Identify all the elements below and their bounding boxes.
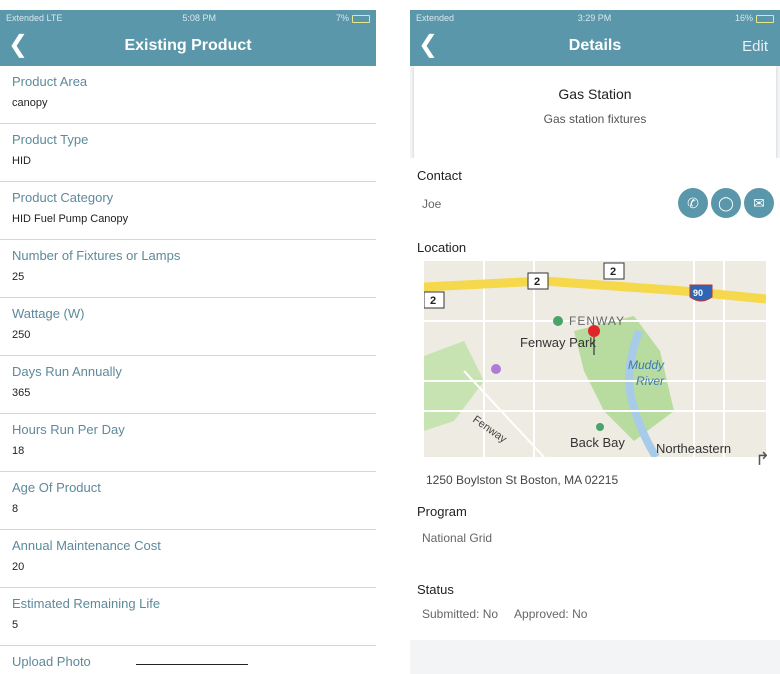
share-arrow-icon[interactable]: ↱ (755, 449, 770, 470)
field-value: 250 (12, 329, 31, 341)
status-bar: Extended 3:29 PM 16% (410, 10, 780, 26)
field-value: HID (12, 155, 31, 167)
field-value: 20 (12, 561, 25, 573)
existing-product-screen: Extended LTE 5:08 PM 7% ❮ Existing Produ… (0, 10, 376, 674)
battery-icon (755, 14, 774, 23)
map-label-river: River (636, 374, 665, 388)
map-label-back-bay: Back Bay (570, 435, 625, 450)
field-label: Hours Run Per Day (12, 422, 125, 437)
edit-button[interactable]: Edit (742, 38, 768, 55)
field-label: Number of Fixtures or Lamps (12, 248, 181, 263)
network: LTE (46, 13, 63, 23)
place-description: Gas station fixtures (543, 112, 647, 126)
field-label: Age Of Product (12, 480, 101, 495)
field-label: Wattage (W) (12, 306, 85, 321)
program-title: Program (417, 504, 467, 519)
page-title: Details (568, 37, 622, 54)
field-label: Estimated Remaining Life (12, 596, 161, 611)
field-value: 5 (12, 619, 19, 631)
chevron-left-icon[interactable]: ❮ (418, 32, 438, 58)
field-value: 18 (12, 445, 25, 457)
program-section: Program National Grid (410, 504, 780, 570)
chat-icon[interactable]: ◯ (711, 188, 741, 218)
contact-section: Contact Joe ✆ ◯ ✉ (410, 158, 780, 232)
nav-bar: ❮ Existing Product (0, 26, 376, 66)
page-title: Existing Product (124, 37, 252, 54)
field-row[interactable]: Wattage (W) 250 (0, 298, 376, 356)
field-row[interactable]: Days Run Annually 365 (0, 356, 376, 414)
field-label: Product Area (12, 74, 88, 89)
carrier: Extended (416, 13, 455, 23)
map-label-northeastern: Northeastern (656, 441, 731, 456)
field-row[interactable]: Product Area canopy (0, 66, 376, 124)
status-section: Status Submitted: No Approved: No (410, 570, 780, 640)
map-label-muddy: Muddy (628, 358, 665, 372)
place-card: Gas Station Gas station fixtures (414, 66, 776, 158)
clock: 3:29 PM (577, 13, 612, 23)
details-screen: Extended 3:29 PM 16% ❮ Details Edit Gas … (410, 10, 780, 674)
chevron-left-icon[interactable]: ❮ (8, 32, 28, 58)
map-view[interactable]: 2 2 2 90 FENWAY Fenway Park Muddy River … (424, 261, 766, 457)
nav-bar: ❮ Details Edit (410, 26, 780, 66)
field-value: 8 (12, 503, 19, 515)
field-value: HID Fuel Pump Canopy (12, 213, 129, 225)
field-row[interactable]: Product Category HID Fuel Pump Canopy (0, 182, 376, 240)
clock: 5:08 PM (182, 13, 216, 23)
contact-title: Contact (417, 168, 462, 183)
battery-level: 16% (734, 13, 753, 23)
field-row[interactable]: Number of Fixtures or Lamps 25 (0, 240, 376, 298)
status-values: Submitted: No Approved: No (410, 607, 780, 621)
location-section: Location 2 2 2 90 FENWAY Fenway Park Mud… (410, 232, 780, 504)
status-bar: Extended LTE 5:08 PM 7% (0, 10, 376, 26)
location-title: Location (417, 240, 467, 255)
address-text: 1250 Boylston St Boston, MA 02215 (426, 473, 619, 487)
route-shield-2-label: 2 (610, 266, 616, 278)
map-graphic: 2 2 2 90 FENWAY Fenway Park Muddy River … (424, 261, 766, 457)
field-label: Annual Maintenance Cost (12, 538, 161, 553)
field-row[interactable]: Product Type HID (0, 124, 376, 182)
program-value: National Grid (422, 531, 493, 545)
phone-icon[interactable]: ✆ (678, 188, 708, 218)
field-value: 25 (12, 271, 25, 283)
field-label: Days Run Annually (12, 364, 122, 379)
interstate-90-label: 90 (693, 288, 703, 298)
upload-photo-label: Upload Photo (12, 654, 91, 669)
route-shield-2-label: 2 (534, 276, 540, 288)
field-row[interactable]: Hours Run Per Day 18 (0, 414, 376, 472)
field-value: 365 (12, 387, 31, 399)
field-value: canopy (12, 97, 48, 109)
field-row[interactable]: Age Of Product 8 (0, 472, 376, 530)
status-title: Status (417, 582, 454, 597)
carrier: Extended (6, 13, 45, 23)
upload-photo-field[interactable] (136, 664, 248, 665)
approved-status: Approved: No (514, 607, 588, 621)
map-label-fenway-park: Fenway Park (520, 335, 596, 350)
field-row[interactable]: Annual Maintenance Cost 20 (0, 530, 376, 588)
field-label: Product Category (12, 190, 114, 205)
mail-icon[interactable]: ✉ (744, 188, 774, 218)
map-label-fenway: FENWAY (569, 314, 625, 328)
submitted-status: Submitted: No (422, 607, 499, 621)
battery-level: 7% (335, 13, 349, 23)
place-name: Gas Station (558, 86, 632, 102)
product-fields: Product Area canopy Product Type HID Product… (0, 66, 376, 646)
field-label: Product Type (12, 132, 89, 147)
route-shield-2-label: 2 (430, 295, 436, 307)
battery-icon (352, 14, 370, 23)
field-row[interactable]: Estimated Remaining Life 5 (0, 588, 376, 646)
upload-photo-row[interactable]: Upload Photo (0, 646, 376, 674)
